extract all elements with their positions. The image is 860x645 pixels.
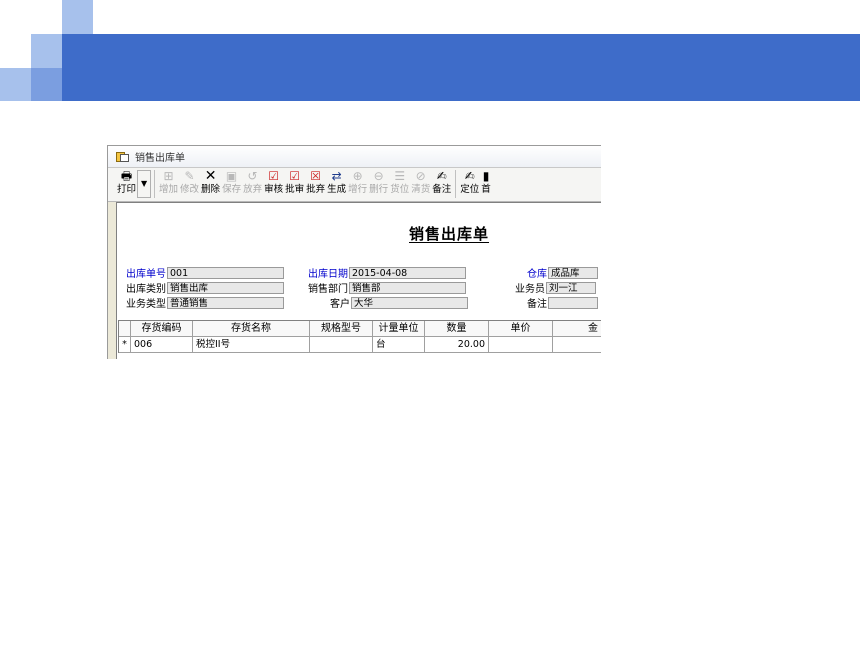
- decor-square-accent: [31, 68, 62, 101]
- delete-row-icon: ⊖: [373, 169, 384, 183]
- sales-outbound-window: 销售出库单 🖶 打印 ▼ ⊞ 增加 ✎ 修改 ✕ 删除 ▣ 保存 ↺ 放弃 ☑ …: [107, 145, 601, 359]
- field-biz-type: 业务类型 普通销售: [126, 296, 284, 310]
- out-no-input[interactable]: 001: [167, 266, 284, 279]
- field-out-type: 出库类别 销售出库: [126, 281, 284, 295]
- item-name-cell[interactable]: 税控II号: [193, 337, 310, 353]
- generate-icon: ⇄: [331, 169, 342, 183]
- biz-type-label: 业务类型: [126, 299, 166, 310]
- salesman-label: 业务员: [515, 284, 545, 295]
- field-out-date: 出库日期 2015-04-08: [308, 266, 466, 280]
- out-type-label: 出库类别: [126, 284, 166, 295]
- print-dropdown-button[interactable]: ▼: [137, 170, 152, 198]
- print-button[interactable]: 🖶 打印: [116, 168, 137, 201]
- grid-header-cell[interactable]: 金: [553, 321, 601, 337]
- table-row[interactable]: * 006 税控II号 台 20.00: [119, 337, 601, 353]
- locate-button[interactable]: ✍ 定位: [459, 168, 480, 201]
- chevron-down-icon: ▼: [140, 179, 148, 188]
- quantity-cell[interactable]: 20.00: [425, 337, 489, 353]
- sales-dept-label: 销售部门: [308, 284, 348, 295]
- grid-header-cell[interactable]: 单价: [489, 321, 553, 337]
- locate-icon: ✍: [464, 169, 475, 183]
- remark-input[interactable]: [548, 296, 598, 309]
- grid-header-cell[interactable]: 计量单位: [373, 321, 425, 337]
- unit-cell[interactable]: 台: [373, 337, 425, 353]
- add-row-button[interactable]: ⊕ 增行: [347, 168, 368, 201]
- batch-discard-icon: ☒: [310, 169, 322, 183]
- field-out-no: 出库单号 001: [126, 266, 284, 280]
- location-icon: ☰: [394, 169, 406, 183]
- audit-icon: ☑: [268, 169, 279, 183]
- grid-header-cell[interactable]: 存货名称: [193, 321, 310, 337]
- location-button[interactable]: ☰ 货位: [389, 168, 410, 201]
- customer-label: 客户: [330, 299, 350, 310]
- field-customer: 客户 大华: [330, 296, 468, 310]
- add-row-icon: ⊕: [352, 169, 363, 183]
- toolbar-separator: [455, 170, 457, 198]
- biz-type-input[interactable]: 普通销售: [167, 296, 284, 309]
- out-date-label: 出库日期: [308, 269, 348, 280]
- salesman-input[interactable]: 刘一江: [546, 281, 596, 294]
- out-type-input[interactable]: 销售出库: [167, 281, 284, 294]
- spec-cell[interactable]: [310, 337, 373, 353]
- out-no-label: 出库单号: [126, 269, 166, 280]
- sales-dept-input[interactable]: 销售部: [349, 281, 466, 294]
- discard-button[interactable]: ↺ 放弃: [242, 168, 263, 201]
- out-date-input[interactable]: 2015-04-08: [349, 266, 466, 279]
- amount-cell[interactable]: [553, 337, 601, 353]
- save-button[interactable]: ▣ 保存: [221, 168, 242, 201]
- batch-discard-button[interactable]: ☒ 批弃: [305, 168, 326, 201]
- save-icon: ▣: [225, 169, 238, 183]
- edit-button[interactable]: ✎ 修改: [179, 168, 200, 201]
- delete-icon: ✕: [204, 168, 217, 184]
- row-marker: *: [119, 337, 131, 353]
- item-code-cell[interactable]: 006: [131, 337, 193, 353]
- window-titlebar: 销售出库单: [108, 146, 601, 168]
- add-button[interactable]: ⊞ 增加: [158, 168, 179, 201]
- note-icon: ✍: [436, 169, 447, 183]
- delete-row-button[interactable]: ⊖ 删行: [368, 168, 389, 201]
- grid-corner: [119, 321, 131, 337]
- field-sales-dept: 销售部门 销售部: [308, 281, 466, 295]
- grid-header-cell[interactable]: 数量: [425, 321, 489, 337]
- audit-button[interactable]: ☑ 审核: [263, 168, 284, 201]
- banner-bar: [62, 34, 860, 101]
- grid-header-cell[interactable]: 存货编码: [131, 321, 193, 337]
- first-button[interactable]: ▮ 首: [480, 168, 492, 201]
- detail-grid: 存货编码 存货名称 规格型号 计量单位 数量 单价 金 * 006 税控II号 …: [118, 320, 601, 353]
- window-title: 销售出库单: [135, 153, 185, 164]
- clear-icon: ⊘: [415, 169, 426, 183]
- first-icon: ▮: [482, 169, 490, 183]
- customer-input[interactable]: 大华: [351, 296, 468, 309]
- decor-square-mid: [31, 34, 62, 68]
- printer-icon: 🖶: [120, 169, 133, 183]
- clear-button[interactable]: ⊘ 清货: [410, 168, 431, 201]
- field-remark: 备注: [527, 296, 598, 310]
- warehouse-input[interactable]: 成品库: [548, 266, 598, 279]
- price-cell[interactable]: [489, 337, 553, 353]
- remark-label: 备注: [527, 299, 547, 310]
- document-title: 销售出库单: [409, 225, 490, 243]
- add-icon: ⊞: [163, 169, 174, 183]
- warehouse-label: 仓库: [527, 269, 547, 280]
- decor-square-top: [62, 0, 93, 34]
- field-salesman: 业务员 刘一江: [515, 281, 596, 295]
- toolbar: 🖶 打印 ▼ ⊞ 增加 ✎ 修改 ✕ 删除 ▣ 保存 ↺ 放弃 ☑ 审核 ☑ 批…: [108, 168, 601, 202]
- app-icon: [116, 151, 129, 162]
- discard-icon: ↺: [247, 169, 258, 183]
- delete-button[interactable]: ✕ 删除: [200, 168, 221, 201]
- generate-button[interactable]: ⇄ 生成: [326, 168, 347, 201]
- grid-header-row: 存货编码 存货名称 规格型号 计量单位 数量 单价 金: [119, 321, 601, 337]
- grid-header-cell[interactable]: 规格型号: [310, 321, 373, 337]
- toolbar-separator: [154, 170, 156, 198]
- batch-audit-button[interactable]: ☑ 批审: [284, 168, 305, 201]
- edit-icon: ✎: [184, 169, 195, 183]
- decor-square-left: [0, 68, 31, 101]
- note-button[interactable]: ✍ 备注: [431, 168, 452, 201]
- field-warehouse: 仓库 成品库: [527, 266, 598, 280]
- batch-audit-icon: ☑: [289, 169, 300, 183]
